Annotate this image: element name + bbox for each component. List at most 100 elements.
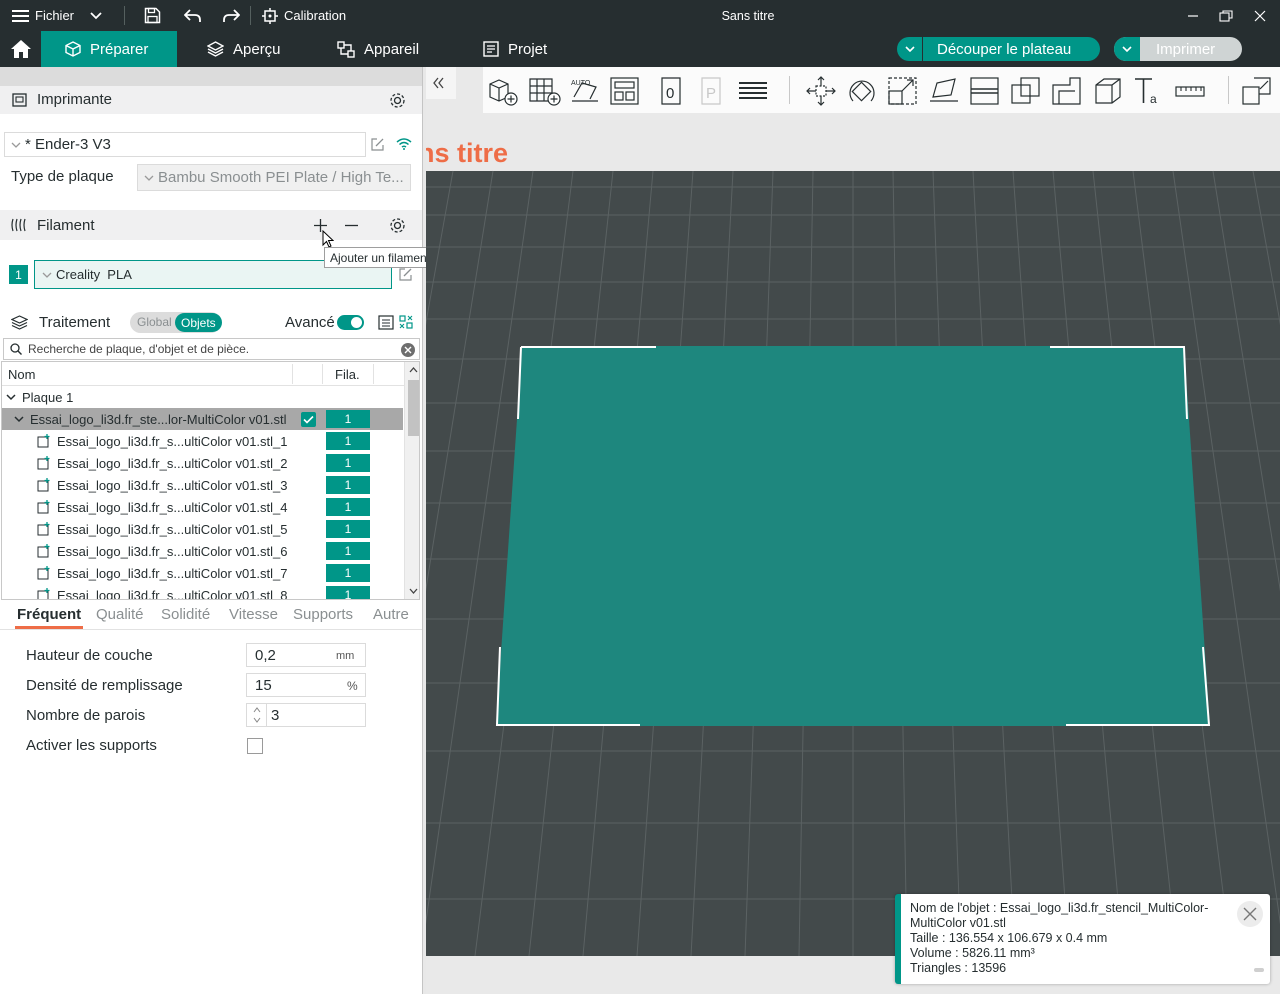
text-tool-icon[interactable]: a [1132, 75, 1166, 107]
home-button[interactable] [0, 31, 41, 67]
add-plate-icon[interactable] [528, 75, 562, 107]
support-paint-icon[interactable] [1050, 75, 1084, 107]
col-name[interactable]: Nom [8, 367, 35, 382]
object-fila-badge[interactable]: 1 [326, 410, 370, 428]
part-fila-badge[interactable]: 1 [326, 520, 370, 538]
scale-icon[interactable] [886, 75, 920, 107]
move-icon[interactable] [804, 75, 838, 107]
print-dropdown[interactable] [1114, 37, 1140, 61]
gear-icon[interactable] [389, 92, 406, 109]
lay-on-face-icon[interactable] [927, 75, 961, 107]
printer-select[interactable]: * Ender-3 V3 [4, 132, 366, 157]
tab-quality[interactable]: Qualité [96, 606, 144, 623]
tab-project[interactable]: Projet [483, 31, 547, 67]
plate-print-icon[interactable]: P [695, 75, 729, 107]
close-window-button[interactable] [1254, 0, 1266, 31]
object-search-input[interactable]: Recherche de plaque, d'objet et de pièce… [3, 338, 420, 360]
toggle-global[interactable]: Global [137, 315, 172, 329]
seam-paint-icon[interactable] [1091, 75, 1125, 107]
supports-checkbox[interactable] [247, 738, 263, 754]
advanced-switch[interactable] [337, 315, 364, 330]
part-row[interactable]: Essai_logo_li3d.fr_s...ultiColor v01.stl… [2, 518, 403, 540]
auto-orient-icon[interactable]: AUTO [568, 75, 602, 107]
process-layers-icon [11, 315, 28, 330]
tab-speed[interactable]: Vitesse [229, 606, 278, 623]
build-plate-scene[interactable]: ns titre [426, 67, 1280, 994]
part-row[interactable]: Essai_logo_li3d.fr_s...ultiColor v01.stl… [2, 584, 403, 599]
file-menu[interactable]: Fichier [12, 0, 74, 31]
tab-strength[interactable]: Solidité [161, 606, 210, 623]
scroll-down-icon[interactable] [409, 588, 418, 594]
minus-icon[interactable] [345, 219, 358, 232]
tab-prepare[interactable]: Préparer [41, 31, 177, 67]
plate-orient-icon[interactable]: 0 [655, 75, 689, 107]
rotate-icon[interactable] [845, 75, 879, 107]
object-visible-checkbox[interactable] [301, 412, 316, 427]
part-fila-badge[interactable]: 1 [326, 432, 370, 450]
arrange-icon[interactable] [608, 75, 642, 107]
cut-icon[interactable] [968, 75, 1002, 107]
wifi-icon[interactable] [396, 138, 412, 150]
list-icon[interactable] [378, 315, 394, 330]
window-title: Sans titre [721, 8, 775, 23]
slice-dropdown[interactable] [897, 37, 923, 61]
assembly-icon[interactable] [1240, 75, 1274, 107]
measure-icon[interactable] [1173, 75, 1207, 107]
part-row[interactable]: Essai_logo_li3d.fr_s...ultiColor v01.stl… [2, 430, 403, 452]
col-fila[interactable]: Fila. [335, 367, 360, 382]
part-fila-badge[interactable]: 1 [326, 498, 370, 516]
part-name: Essai_logo_li3d.fr_s...ultiColor v01.stl… [57, 455, 288, 471]
redo-button[interactable] [222, 0, 240, 31]
tab-other[interactable]: Autre [373, 606, 409, 623]
plate-row[interactable]: Plaque 1 [2, 386, 403, 408]
part-row[interactable]: Essai_logo_li3d.fr_s...ultiColor v01.stl… [2, 496, 403, 518]
boolean-icon[interactable] [1009, 75, 1043, 107]
stepper-up-icon[interactable] [253, 707, 261, 713]
plate-type-select[interactable]: Bambu Smooth PEI Plate / High Te... [137, 164, 411, 191]
save-button[interactable] [144, 0, 161, 31]
collapse-info-handle[interactable] [1254, 968, 1264, 972]
menu-dropdown[interactable] [90, 0, 102, 31]
walls-stepper[interactable]: 3 [246, 703, 366, 727]
tab-frequent[interactable]: Fréquent [17, 606, 81, 623]
tab-preview[interactable]: Aperçu [207, 31, 281, 67]
tree-icon[interactable] [399, 315, 413, 329]
tab-device[interactable]: Appareil [337, 31, 419, 67]
restore-button[interactable] [1219, 0, 1233, 31]
object-list-scrollbar[interactable] [404, 362, 419, 599]
edit-icon[interactable] [370, 137, 385, 152]
tab-supports[interactable]: Supports [293, 606, 353, 623]
layers-list-icon[interactable] [736, 75, 770, 107]
part-row[interactable]: Essai_logo_li3d.fr_s...ultiColor v01.stl… [2, 540, 403, 562]
model-object[interactable] [496, 346, 1210, 726]
add-object-icon[interactable] [487, 75, 521, 107]
global-objects-toggle[interactable]: Global Objets [130, 312, 222, 333]
toggle-objects[interactable]: Objets [175, 313, 222, 332]
layer-height-input[interactable]: 0,2 mm [246, 643, 366, 667]
clear-search-icon[interactable] [401, 343, 415, 357]
part-row[interactable]: Essai_logo_li3d.fr_s...ultiColor v01.stl… [2, 562, 403, 584]
slice-button[interactable]: Découper le plateau [897, 37, 1100, 61]
part-row[interactable]: Essai_logo_li3d.fr_s...ultiColor v01.stl… [2, 474, 403, 496]
part-fila-badge[interactable]: 1 [326, 586, 370, 599]
scroll-thumb[interactable] [408, 380, 419, 436]
calibration-menu[interactable]: Calibration [262, 0, 346, 31]
part-row[interactable]: Essai_logo_li3d.fr_s...ultiColor v01.stl… [2, 452, 403, 474]
part-fila-badge[interactable]: 1 [326, 454, 370, 472]
3d-viewport[interactable]: ns titre [426, 67, 1280, 994]
infill-input[interactable]: 15 % [246, 673, 366, 697]
object-row-selected[interactable]: Essai_logo_li3d.fr_ste...lor-MultiColor … [2, 408, 403, 430]
print-button[interactable]: Imprimer [1114, 37, 1242, 61]
collapse-sidebar-button[interactable] [426, 67, 456, 99]
part-fila-badge[interactable]: 1 [326, 476, 370, 494]
part-fila-badge[interactable]: 1 [326, 564, 370, 582]
gear-icon[interactable] [389, 217, 406, 234]
edit-icon[interactable] [398, 267, 413, 282]
stepper-down-icon[interactable] [253, 717, 261, 723]
part-fila-badge[interactable]: 1 [326, 542, 370, 560]
undo-button[interactable] [184, 0, 202, 31]
scroll-up-icon[interactable] [409, 367, 418, 373]
filament-slot-number[interactable]: 1 [9, 265, 28, 284]
minimize-button[interactable] [1187, 0, 1199, 31]
close-info-button[interactable] [1237, 901, 1263, 927]
